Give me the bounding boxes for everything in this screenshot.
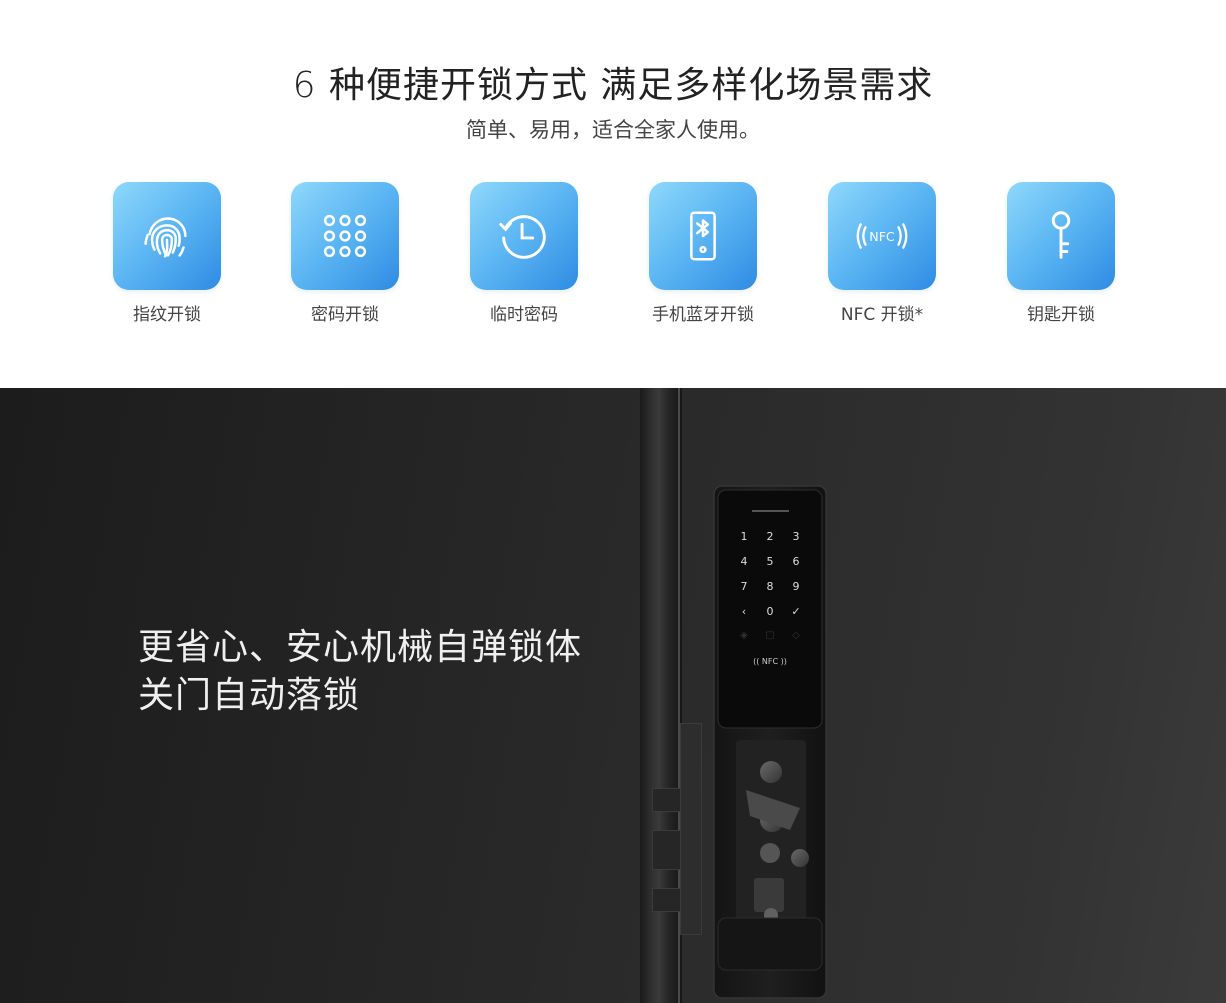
- keypad-key[interactable]: 5: [757, 555, 783, 568]
- keypad-key[interactable]: 9: [783, 580, 809, 593]
- keypad-key[interactable]: ‹: [731, 605, 757, 618]
- smart-lock-image: [713, 485, 827, 999]
- method-temporary-password: 临时密码: [449, 182, 599, 325]
- mechanism-gear: [760, 761, 782, 783]
- method-label: 密码开锁: [311, 305, 379, 325]
- bluetooth-phone-icon: [690, 211, 716, 261]
- nfc-wave-left-icon: ((: [753, 657, 760, 666]
- method-tile: NFC: [828, 182, 936, 290]
- svg-text:NFC: NFC: [869, 229, 895, 244]
- method-key: 钥匙开锁: [986, 182, 1136, 325]
- section-subtitle: 简单、易用，适合全家人使用。: [466, 118, 760, 142]
- nfc-area[interactable]: (( NFC )): [731, 657, 809, 666]
- keypad-key[interactable]: 2: [757, 530, 783, 543]
- keypad-key[interactable]: 1: [731, 530, 757, 543]
- method-tile: [113, 182, 221, 290]
- section-title: 6 种便捷开锁方式 满足多样化场景需求: [292, 65, 934, 106]
- method-label: 手机蓝牙开锁: [652, 305, 754, 325]
- method-tile: [649, 182, 757, 290]
- keypad-icon: [323, 214, 367, 258]
- method-password: 密码开锁: [270, 182, 420, 325]
- method-nfc: NFC NFC 开锁*: [807, 182, 957, 325]
- method-tile: [1007, 182, 1115, 290]
- mechanism-block: [754, 878, 784, 912]
- keypad-key[interactable]: 6: [783, 555, 809, 568]
- feature-section: 更省心、安心机械自弹锁体 关门自动落锁 1 2 3 4 5 6 7 8 9 ‹ …: [0, 388, 1226, 1003]
- nfc-label: NFC: [761, 657, 779, 666]
- method-label: 临时密码: [490, 305, 558, 325]
- fingerprint-icon: [144, 217, 187, 258]
- shield-icon: ◈: [740, 630, 748, 641]
- keypad-key[interactable]: ✓: [783, 605, 809, 618]
- method-label: 指纹开锁: [133, 305, 201, 325]
- key-icon: [1051, 211, 1071, 259]
- keypad-key[interactable]: 8: [757, 580, 783, 593]
- lock-cylinder: [760, 843, 780, 863]
- keypad-key[interactable]: 7: [731, 580, 757, 593]
- keypad-key[interactable]: 0: [757, 605, 783, 618]
- mechanism-gear: [791, 849, 809, 867]
- method-fingerprint: 指纹开锁: [92, 182, 242, 325]
- unlock-method-list: 指纹开锁 密码开锁 临时密码 手机蓝牙开锁 NFC NFC 开锁* 钥匙开锁: [0, 182, 1226, 342]
- nfc-icon: NFC: [856, 223, 908, 249]
- lock-keypad: 1 2 3 4 5 6 7 8 9 ‹ 0 ✓ ◈ ▢ ◇ (( NFC )): [731, 530, 809, 666]
- lock-icon: ▢: [765, 630, 775, 641]
- method-bluetooth: 手机蓝牙开锁: [628, 182, 778, 325]
- method-label: 钥匙开锁: [1027, 305, 1095, 325]
- clock-icon: [499, 215, 546, 259]
- lock-handle: [717, 917, 823, 971]
- bell-icon: ◇: [792, 630, 800, 641]
- method-label: NFC 开锁*: [840, 305, 924, 325]
- unlock-methods-section: 6 种便捷开锁方式 满足多样化场景需求 简单、易用，适合全家人使用。 指纹开锁: [0, 0, 1226, 388]
- nfc-wave-right-icon: )): [780, 657, 787, 666]
- keypad-key[interactable]: 4: [731, 555, 757, 568]
- method-tile: [291, 182, 399, 290]
- method-tile: [470, 182, 578, 290]
- keypad-key[interactable]: 3: [783, 530, 809, 543]
